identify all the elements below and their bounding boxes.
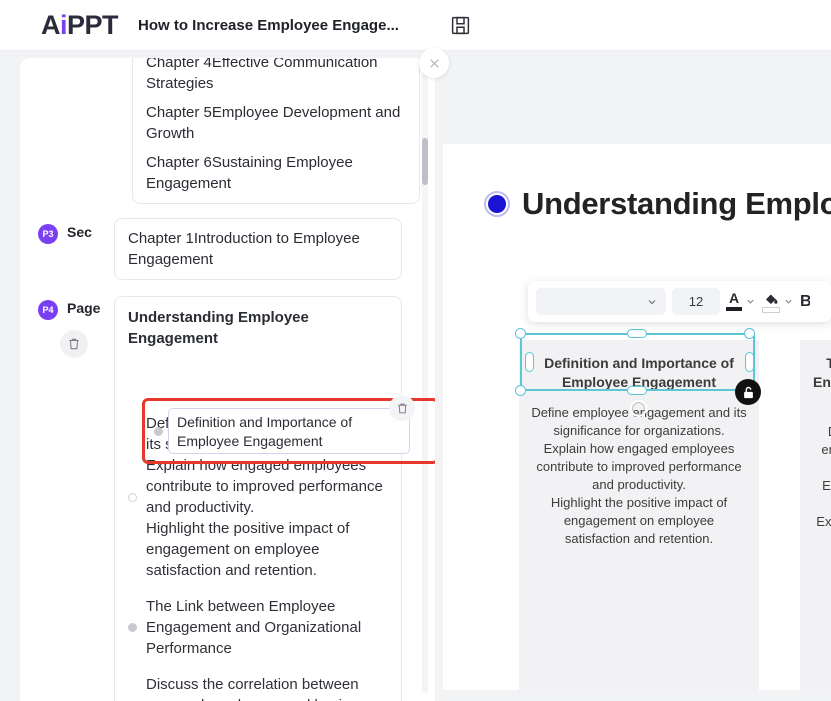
outline-page-card-title: Understanding Employee Engagement <box>128 309 309 347</box>
outline-chapter-line-3: Chapter 6Sustaining Employee Engagement <box>146 154 353 192</box>
resize-handle-middle-right[interactable] <box>745 352 754 372</box>
resize-handle-top-left[interactable] <box>515 328 526 339</box>
font-size-input[interactable]: 12 <box>672 288 720 315</box>
logo-text-ppt: PPT <box>67 9 119 40</box>
text-format-toolbar: 12 A B <box>528 281 831 322</box>
slide-card-2-heading[interactable]: The Link between Employee Engagement and… <box>800 340 831 411</box>
logo-text-a: A <box>41 9 61 40</box>
outline-scrollbar-thumb[interactable] <box>422 138 428 185</box>
outline-edit-input[interactable]: Definition and Importance of Employee En… <box>168 408 410 454</box>
outline-row-label-page: Page <box>67 300 101 316</box>
slide-canvas[interactable]: Understanding Emplo Definition and Impor… <box>443 144 831 690</box>
app-header: Ai PPT How to Increase Employee Engage... <box>0 0 831 51</box>
app-root: Ai PPT How to Increase Employee Engage...… <box>0 0 831 701</box>
resize-handle-bottom-left[interactable] <box>515 385 526 396</box>
chevron-down-icon <box>648 299 656 304</box>
resize-handle-middle-left[interactable] <box>525 352 534 372</box>
slide-title[interactable]: Understanding Emplo <box>522 186 831 222</box>
outline-row-label-sec: Sec <box>67 224 92 240</box>
resize-handle-top-center[interactable] <box>627 329 647 338</box>
resize-handle-bottom-center[interactable] <box>627 386 647 395</box>
delete-page-button[interactable] <box>60 330 88 358</box>
bold-button[interactable]: B <box>800 293 810 311</box>
outline-page-card[interactable]: Understanding Employee Engagement Define… <box>114 296 402 701</box>
outline-row-sec: P3 Sec <box>38 224 92 244</box>
save-icon[interactable] <box>448 13 472 37</box>
page-badge-p3: P3 <box>38 224 58 244</box>
bullet-dot-icon <box>128 492 137 502</box>
fill-color-button[interactable] <box>762 291 794 313</box>
outline-bullet-row-3[interactable]: The Link between Employee Engagement and… <box>128 596 388 659</box>
outline-sec-card[interactable]: Chapter 1Introduction to Employee Engage… <box>114 218 402 280</box>
outline-chapter-line-1: Chapter 4Effective Communication Strateg… <box>146 58 378 92</box>
outline-chapter-line-2: Chapter 5Employee Development and Growth <box>146 104 401 142</box>
slide-content-card-2[interactable]: The Link between Employee Engagement and… <box>800 340 831 690</box>
text-color-button[interactable]: A <box>726 290 756 311</box>
delete-bullet-button[interactable] <box>389 395 415 421</box>
outline-panel: Chapter 4Effective Communication Strateg… <box>20 58 435 701</box>
rotate-handle-icon[interactable] <box>630 400 647 417</box>
logo-text-i: i <box>60 9 68 40</box>
chevron-down-icon <box>785 299 792 304</box>
slide-card-1-heading[interactable]: Definition and Importance of Employee En… <box>519 340 759 392</box>
bullet-dot-icon <box>154 427 163 436</box>
text-color-a-icon: A <box>726 290 742 311</box>
bullet-dot-icon <box>128 623 137 632</box>
outline-bullet-text-4: Discuss the correlation between engaged … <box>146 676 359 701</box>
page-badge-p4: P4 <box>38 300 58 320</box>
outline-chapter-card[interactable]: Chapter 4Effective Communication Strateg… <box>132 58 420 204</box>
outline-bullet-text-3: The Link between Employee Engagement and… <box>146 598 362 657</box>
aippt-logo[interactable]: Ai PPT <box>41 9 119 41</box>
slide-title-row[interactable]: Understanding Emplo <box>484 186 831 222</box>
resize-handle-top-right[interactable] <box>744 328 755 339</box>
text-color-label: A <box>728 290 740 306</box>
outline-row-page: P4 Page <box>38 300 100 320</box>
paint-bucket-icon <box>762 291 780 313</box>
unlock-padlock-icon[interactable] <box>735 379 761 405</box>
chevron-down-icon <box>747 299 754 304</box>
font-family-select[interactable] <box>536 288 666 315</box>
close-icon[interactable] <box>419 48 449 78</box>
title-bullet-icon <box>484 191 510 217</box>
outline-sec-text: Chapter 1Introduction to Employee Engage… <box>128 230 360 268</box>
slide-card-2-body[interactable]: Discuss the correlation between engaged … <box>800 411 831 549</box>
document-title[interactable]: How to Increase Employee Engage... <box>138 17 399 34</box>
